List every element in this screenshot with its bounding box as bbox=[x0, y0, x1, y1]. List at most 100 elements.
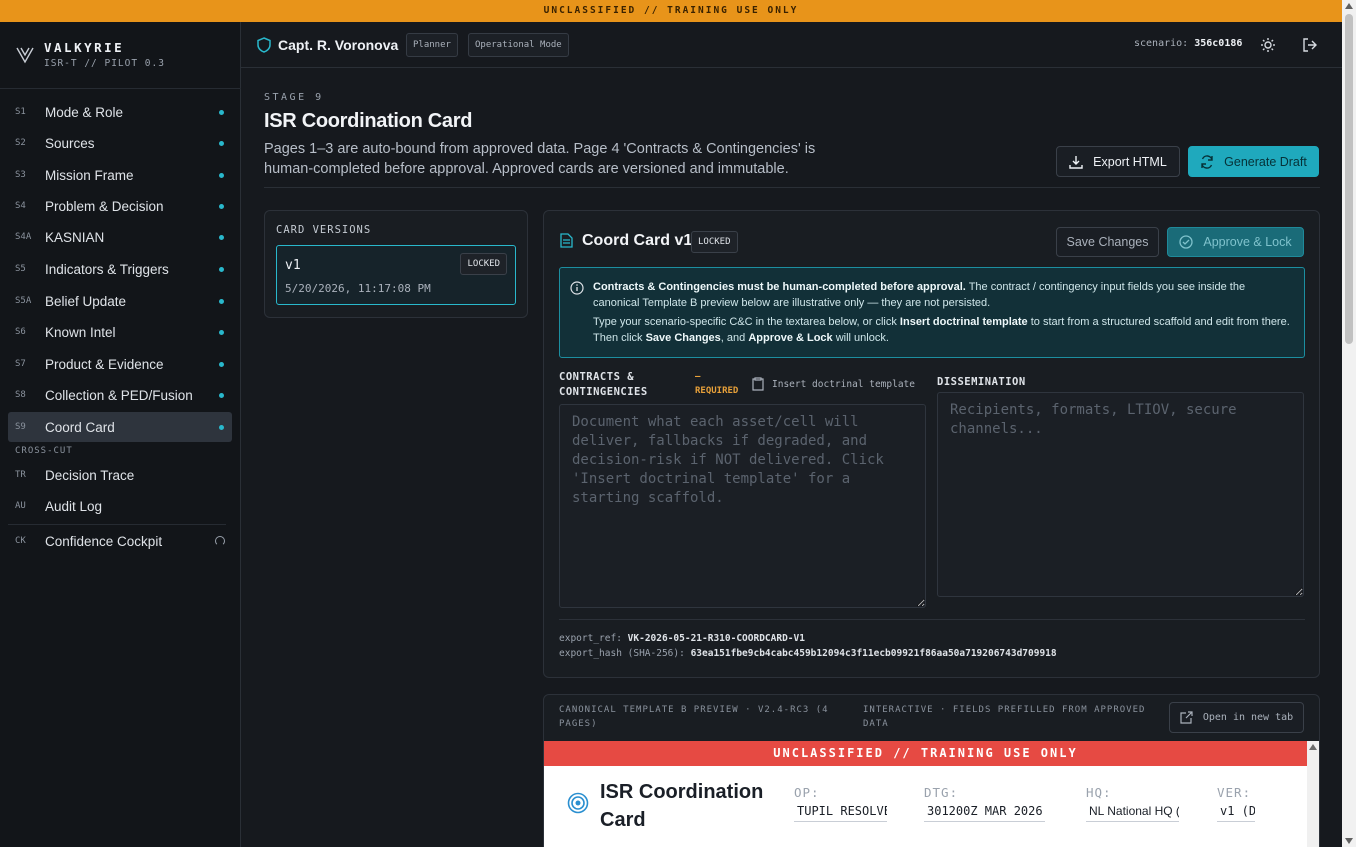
nav-code: S6 bbox=[15, 327, 26, 337]
nav-label: Confidence Cockpit bbox=[45, 533, 163, 549]
nav-item-s8[interactable]: S8 Collection & PED/Fusion bbox=[8, 380, 232, 410]
check-circle-icon bbox=[1179, 235, 1194, 249]
nav-item-s9[interactable]: S9 Coord Card bbox=[8, 412, 232, 442]
valkyrie-logo-icon bbox=[16, 47, 34, 64]
target-icon bbox=[567, 792, 589, 814]
nav-item-s7[interactable]: S7 Product & Evidence bbox=[8, 349, 232, 379]
status-dot-icon bbox=[219, 361, 224, 367]
logout-icon[interactable] bbox=[1302, 37, 1318, 53]
nav-item-s4[interactable]: S4 Problem & Decision bbox=[8, 191, 232, 221]
nav-code: S3 bbox=[15, 170, 26, 180]
generate-draft-button[interactable]: Generate Draft bbox=[1188, 146, 1319, 177]
status-dot-icon bbox=[219, 329, 224, 335]
nav-item-confidence-cockpit[interactable]: CK Confidence Cockpit bbox=[8, 526, 232, 556]
main-content: STAGE 9 ISR Coordination Card Pages 1–3 … bbox=[241, 68, 1342, 847]
open-new-tab-button[interactable]: Open in new tab bbox=[1169, 702, 1304, 733]
export-hash-label: export_hash (SHA-256): bbox=[559, 648, 685, 659]
preview-field-key: OP: bbox=[794, 785, 820, 800]
locked-badge: LOCKED bbox=[460, 253, 507, 275]
scroll-down-icon[interactable] bbox=[1345, 838, 1353, 844]
nav-code: S4 bbox=[15, 201, 26, 211]
preview-field-hq[interactable]: NL National HQ (J2) bbox=[1086, 804, 1179, 822]
template-preview-panel: CANONICAL TEMPLATE B PREVIEW · V2.4-RC3 … bbox=[543, 694, 1320, 847]
page-scrollbar[interactable] bbox=[1342, 0, 1356, 847]
theme-toggle-icon[interactable] bbox=[1260, 37, 1276, 53]
card-versions-title: CARD VERSIONS bbox=[276, 224, 372, 236]
nav-item-s3[interactable]: S3 Mission Frame bbox=[8, 160, 232, 190]
card-title: Coord Card v1 bbox=[582, 232, 693, 249]
preview-document: ISR Coordination Card OP: TUPIL RESOLVE … bbox=[544, 766, 1307, 847]
nav-label: Decision Trace bbox=[45, 467, 135, 483]
approve-lock-button[interactable]: Approve & Lock bbox=[1167, 227, 1304, 257]
gauge-icon bbox=[215, 536, 225, 546]
download-icon bbox=[1069, 155, 1083, 169]
info-bold: Insert doctrinal template bbox=[899, 316, 1028, 328]
sidebar-divider bbox=[8, 524, 226, 525]
info-bold: Save Changes bbox=[645, 332, 721, 344]
dissemination-label: DISSEMINATION bbox=[937, 376, 1026, 388]
brand-subtitle: ISR-T // PILOT 0.3 bbox=[44, 58, 165, 69]
nav-item-s6[interactable]: S6 Known Intel bbox=[8, 317, 232, 347]
nav-label: Mission Frame bbox=[45, 167, 134, 183]
header-divider bbox=[264, 187, 1320, 188]
nav-item-s5[interactable]: S5 Indicators & Triggers bbox=[8, 254, 232, 284]
preview-field-key: HQ: bbox=[1086, 785, 1112, 800]
contracts-textarea[interactable] bbox=[559, 404, 926, 608]
scrollbar-thumb[interactable] bbox=[1345, 14, 1353, 344]
preview-classification-banner: UNCLASSIFIED // TRAINING USE ONLY bbox=[544, 741, 1307, 766]
nav-code: S1 bbox=[15, 107, 26, 117]
nav-label: Known Intel bbox=[45, 324, 116, 340]
info-text: Type your scenario-specific C&C in the t… bbox=[593, 316, 900, 328]
document-icon bbox=[560, 233, 573, 248]
card-versions-panel: CARD VERSIONS v1 LOCKED 5/20/2026, 11:17… bbox=[264, 210, 528, 318]
info-bold: Approve & Lock bbox=[748, 332, 833, 344]
dissemination-textarea[interactable] bbox=[937, 392, 1304, 597]
nav-item-s5a[interactable]: S5A Belief Update bbox=[8, 286, 232, 316]
refresh-icon bbox=[1201, 154, 1213, 169]
mode-chip: Operational Mode bbox=[468, 33, 569, 57]
required-dash: — bbox=[695, 372, 701, 382]
info-paragraph-1: Contracts & Contingencies must be human-… bbox=[593, 279, 1293, 311]
brand-name: VALKYRIE bbox=[44, 40, 125, 55]
template-preview-label: CANONICAL TEMPLATE B PREVIEW · V2.4-RC3 … bbox=[559, 705, 829, 729]
insert-template-button[interactable]: Insert doctrinal template bbox=[752, 377, 915, 391]
nav-label: Mode & Role bbox=[45, 104, 124, 120]
scroll-up-icon[interactable] bbox=[1345, 3, 1353, 9]
preview-field-key: VER: bbox=[1217, 785, 1252, 800]
export-ref-value: VK-2026-05-21-R310-COORDCARD-V1 bbox=[627, 633, 805, 644]
status-dot-icon bbox=[219, 424, 224, 430]
nav-item-s1[interactable]: S1 Mode & Role bbox=[8, 97, 232, 127]
nav-label: KASNIAN bbox=[45, 229, 105, 245]
role-chip: Planner bbox=[406, 33, 458, 57]
coord-card-panel: Coord Card v1 LOCKED Save Changes Approv… bbox=[543, 210, 1320, 678]
preview-title: ISR Coordination Card bbox=[600, 781, 764, 831]
sidebar: VALKYRIE ISR-T // PILOT 0.3 S1 Mode & Rol… bbox=[0, 22, 241, 847]
export-html-button[interactable]: Export HTML bbox=[1056, 146, 1180, 177]
nav-code: S5 bbox=[15, 264, 26, 274]
preview-field-dtg[interactable]: 301200Z MAR 2026 bbox=[924, 804, 1045, 822]
preview-scrollbar[interactable] bbox=[1307, 741, 1319, 847]
info-icon bbox=[570, 281, 584, 295]
nav-label: Audit Log bbox=[45, 498, 103, 514]
nav-item-s4a[interactable]: S4A KASNIAN bbox=[8, 222, 232, 252]
nav-item-tr[interactable]: TR Decision Trace bbox=[8, 460, 232, 490]
contracts-label-line: CONTRACTS & bbox=[559, 371, 635, 383]
card-locked-badge: LOCKED bbox=[691, 231, 738, 253]
preview-field-ver[interactable]: v1 (DRAFT) bbox=[1217, 804, 1255, 822]
classification-banner: UNCLASSIFIED // TRAINING USE ONLY bbox=[0, 0, 1342, 22]
export-hash: export_hash (SHA-256): 63ea151fbe9cb4cab… bbox=[559, 648, 1057, 659]
version-number: v1 bbox=[285, 258, 301, 273]
version-item[interactable]: v1 LOCKED 5/20/2026, 11:17:08 PM bbox=[276, 245, 516, 305]
nav-item-au[interactable]: AU Audit Log bbox=[8, 491, 232, 521]
preview-field-op[interactable]: TUPIL RESOLVE bbox=[794, 804, 887, 822]
nav-item-s2[interactable]: S2 Sources bbox=[8, 128, 232, 158]
contracts-label-line: CONTINGENCIES bbox=[559, 386, 648, 398]
info-paragraph-2: Type your scenario-specific C&C in the t… bbox=[593, 314, 1293, 346]
save-changes-button[interactable]: Save Changes bbox=[1056, 227, 1159, 257]
scroll-up-icon[interactable] bbox=[1309, 744, 1317, 750]
template-preview-note: INTERACTIVE · FIELDS PREFILLED FROM APPR… bbox=[863, 705, 1146, 729]
info-callout: Contracts & Contingencies must be human-… bbox=[559, 267, 1305, 358]
status-dot-icon bbox=[219, 140, 224, 146]
nav-code: S7 bbox=[15, 359, 26, 369]
external-link-icon bbox=[1180, 711, 1193, 724]
